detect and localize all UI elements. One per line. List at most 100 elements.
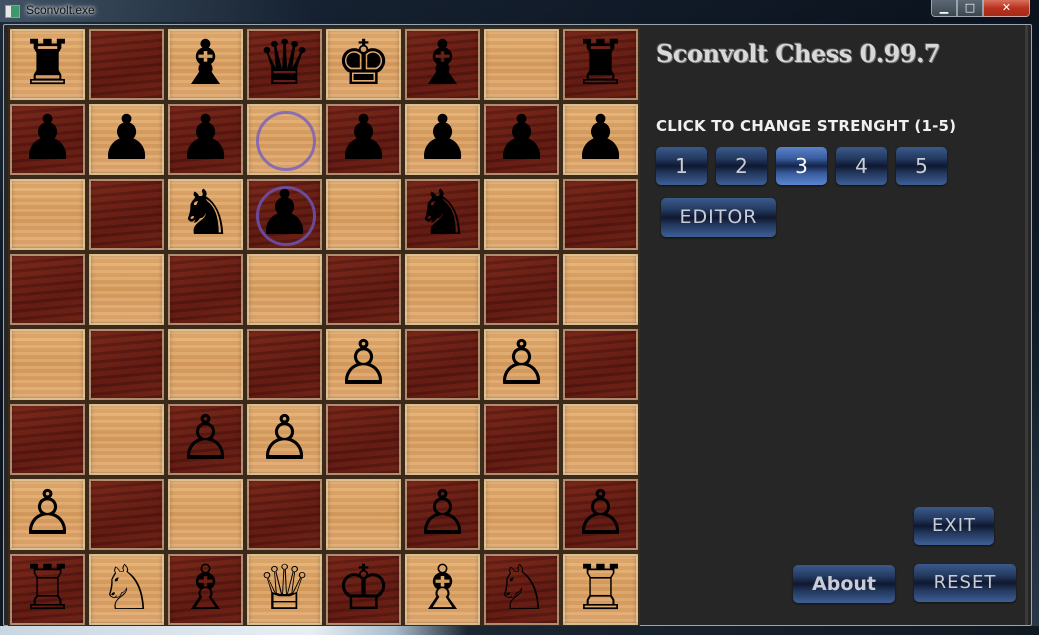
- square-b1[interactable]: ♘: [87, 552, 166, 627]
- black-pawn-icon[interactable]: ♟: [415, 106, 471, 169]
- square-g3[interactable]: [482, 402, 561, 477]
- strength-1-button[interactable]: 1: [656, 147, 707, 185]
- square-d4[interactable]: [245, 327, 324, 402]
- square-g8[interactable]: [482, 27, 561, 102]
- square-c1[interactable]: ♗: [166, 552, 245, 627]
- square-h8[interactable]: ♜: [561, 27, 640, 102]
- square-f6[interactable]: ♞: [403, 177, 482, 252]
- black-queen-icon[interactable]: ♛: [257, 31, 313, 94]
- square-g2[interactable]: [482, 477, 561, 552]
- black-rook-icon[interactable]: ♜: [573, 31, 629, 94]
- square-a2[interactable]: ♙: [8, 477, 87, 552]
- white-pawn-icon[interactable]: ♙: [257, 406, 313, 469]
- square-e2[interactable]: [324, 477, 403, 552]
- square-c2[interactable]: [166, 477, 245, 552]
- black-pawn-icon[interactable]: ♟: [99, 106, 155, 169]
- white-pawn-icon[interactable]: ♙: [415, 481, 471, 544]
- square-e3[interactable]: [324, 402, 403, 477]
- square-h5[interactable]: [561, 252, 640, 327]
- square-f5[interactable]: [403, 252, 482, 327]
- square-d8[interactable]: ♛: [245, 27, 324, 102]
- close-button[interactable]: ✕: [983, 0, 1030, 17]
- strength-2-button[interactable]: 2: [716, 147, 767, 185]
- square-f2[interactable]: ♙: [403, 477, 482, 552]
- square-c5[interactable]: [166, 252, 245, 327]
- black-pawn-icon[interactable]: ♟: [20, 106, 76, 169]
- square-g1[interactable]: ♘: [482, 552, 561, 627]
- white-pawn-icon[interactable]: ♙: [573, 481, 629, 544]
- square-e6[interactable]: [324, 177, 403, 252]
- square-c6[interactable]: ♞: [166, 177, 245, 252]
- black-bishop-icon[interactable]: ♝: [178, 31, 234, 94]
- square-a6[interactable]: [8, 177, 87, 252]
- minimize-button[interactable]: ▁: [931, 0, 957, 17]
- square-b5[interactable]: [87, 252, 166, 327]
- square-c7[interactable]: ♟: [166, 102, 245, 177]
- white-knight-icon[interactable]: ♘: [99, 556, 155, 619]
- square-b4[interactable]: [87, 327, 166, 402]
- square-g7[interactable]: ♟: [482, 102, 561, 177]
- square-d6[interactable]: ♟: [245, 177, 324, 252]
- black-bishop-icon[interactable]: ♝: [415, 31, 471, 94]
- white-pawn-icon[interactable]: ♙: [20, 481, 76, 544]
- black-pawn-icon[interactable]: ♟: [178, 106, 234, 169]
- square-g6[interactable]: [482, 177, 561, 252]
- white-rook-icon[interactable]: ♖: [20, 556, 76, 619]
- white-king-icon[interactable]: ♔: [336, 556, 392, 619]
- square-e4[interactable]: ♙: [324, 327, 403, 402]
- square-d3[interactable]: ♙: [245, 402, 324, 477]
- white-bishop-icon[interactable]: ♗: [415, 556, 471, 619]
- square-d5[interactable]: [245, 252, 324, 327]
- black-rook-icon[interactable]: ♜: [20, 31, 76, 94]
- exit-button[interactable]: EXIT: [914, 507, 994, 545]
- square-c4[interactable]: [166, 327, 245, 402]
- square-b6[interactable]: [87, 177, 166, 252]
- reset-button[interactable]: RESET: [914, 564, 1016, 602]
- square-e1[interactable]: ♔: [324, 552, 403, 627]
- square-h3[interactable]: [561, 402, 640, 477]
- black-pawn-icon[interactable]: ♟: [494, 106, 550, 169]
- strength-3-button[interactable]: 3: [776, 147, 827, 185]
- white-pawn-icon[interactable]: ♙: [178, 406, 234, 469]
- square-a7[interactable]: ♟: [8, 102, 87, 177]
- white-queen-icon[interactable]: ♕: [257, 556, 313, 619]
- square-h4[interactable]: [561, 327, 640, 402]
- square-h6[interactable]: [561, 177, 640, 252]
- editor-button[interactable]: EDITOR: [661, 198, 776, 237]
- white-pawn-icon[interactable]: ♙: [336, 331, 392, 394]
- white-pawn-icon[interactable]: ♙: [494, 331, 550, 394]
- square-c3[interactable]: ♙: [166, 402, 245, 477]
- white-rook-icon[interactable]: ♖: [573, 556, 629, 619]
- square-b8[interactable]: [87, 27, 166, 102]
- square-f8[interactable]: ♝: [403, 27, 482, 102]
- black-pawn-icon[interactable]: ♟: [573, 106, 629, 169]
- square-e7[interactable]: ♟: [324, 102, 403, 177]
- square-d7[interactable]: [245, 102, 324, 177]
- square-f4[interactable]: [403, 327, 482, 402]
- square-g5[interactable]: [482, 252, 561, 327]
- square-h7[interactable]: ♟: [561, 102, 640, 177]
- white-bishop-icon[interactable]: ♗: [178, 556, 234, 619]
- square-h2[interactable]: ♙: [561, 477, 640, 552]
- square-c8[interactable]: ♝: [166, 27, 245, 102]
- square-f7[interactable]: ♟: [403, 102, 482, 177]
- square-a8[interactable]: ♜: [8, 27, 87, 102]
- square-a5[interactable]: [8, 252, 87, 327]
- square-h1[interactable]: ♖: [561, 552, 640, 627]
- square-b7[interactable]: ♟: [87, 102, 166, 177]
- strength-5-button[interactable]: 5: [896, 147, 947, 185]
- black-knight-icon[interactable]: ♞: [178, 181, 234, 244]
- maximize-button[interactable]: □: [957, 0, 983, 17]
- square-d2[interactable]: [245, 477, 324, 552]
- square-f1[interactable]: ♗: [403, 552, 482, 627]
- black-pawn-icon[interactable]: ♟: [336, 106, 392, 169]
- square-b3[interactable]: [87, 402, 166, 477]
- square-d1[interactable]: ♕: [245, 552, 324, 627]
- square-e5[interactable]: [324, 252, 403, 327]
- square-e8[interactable]: ♚: [324, 27, 403, 102]
- square-a3[interactable]: [8, 402, 87, 477]
- strength-4-button[interactable]: 4: [836, 147, 887, 185]
- square-g4[interactable]: ♙: [482, 327, 561, 402]
- square-b2[interactable]: [87, 477, 166, 552]
- square-a4[interactable]: [8, 327, 87, 402]
